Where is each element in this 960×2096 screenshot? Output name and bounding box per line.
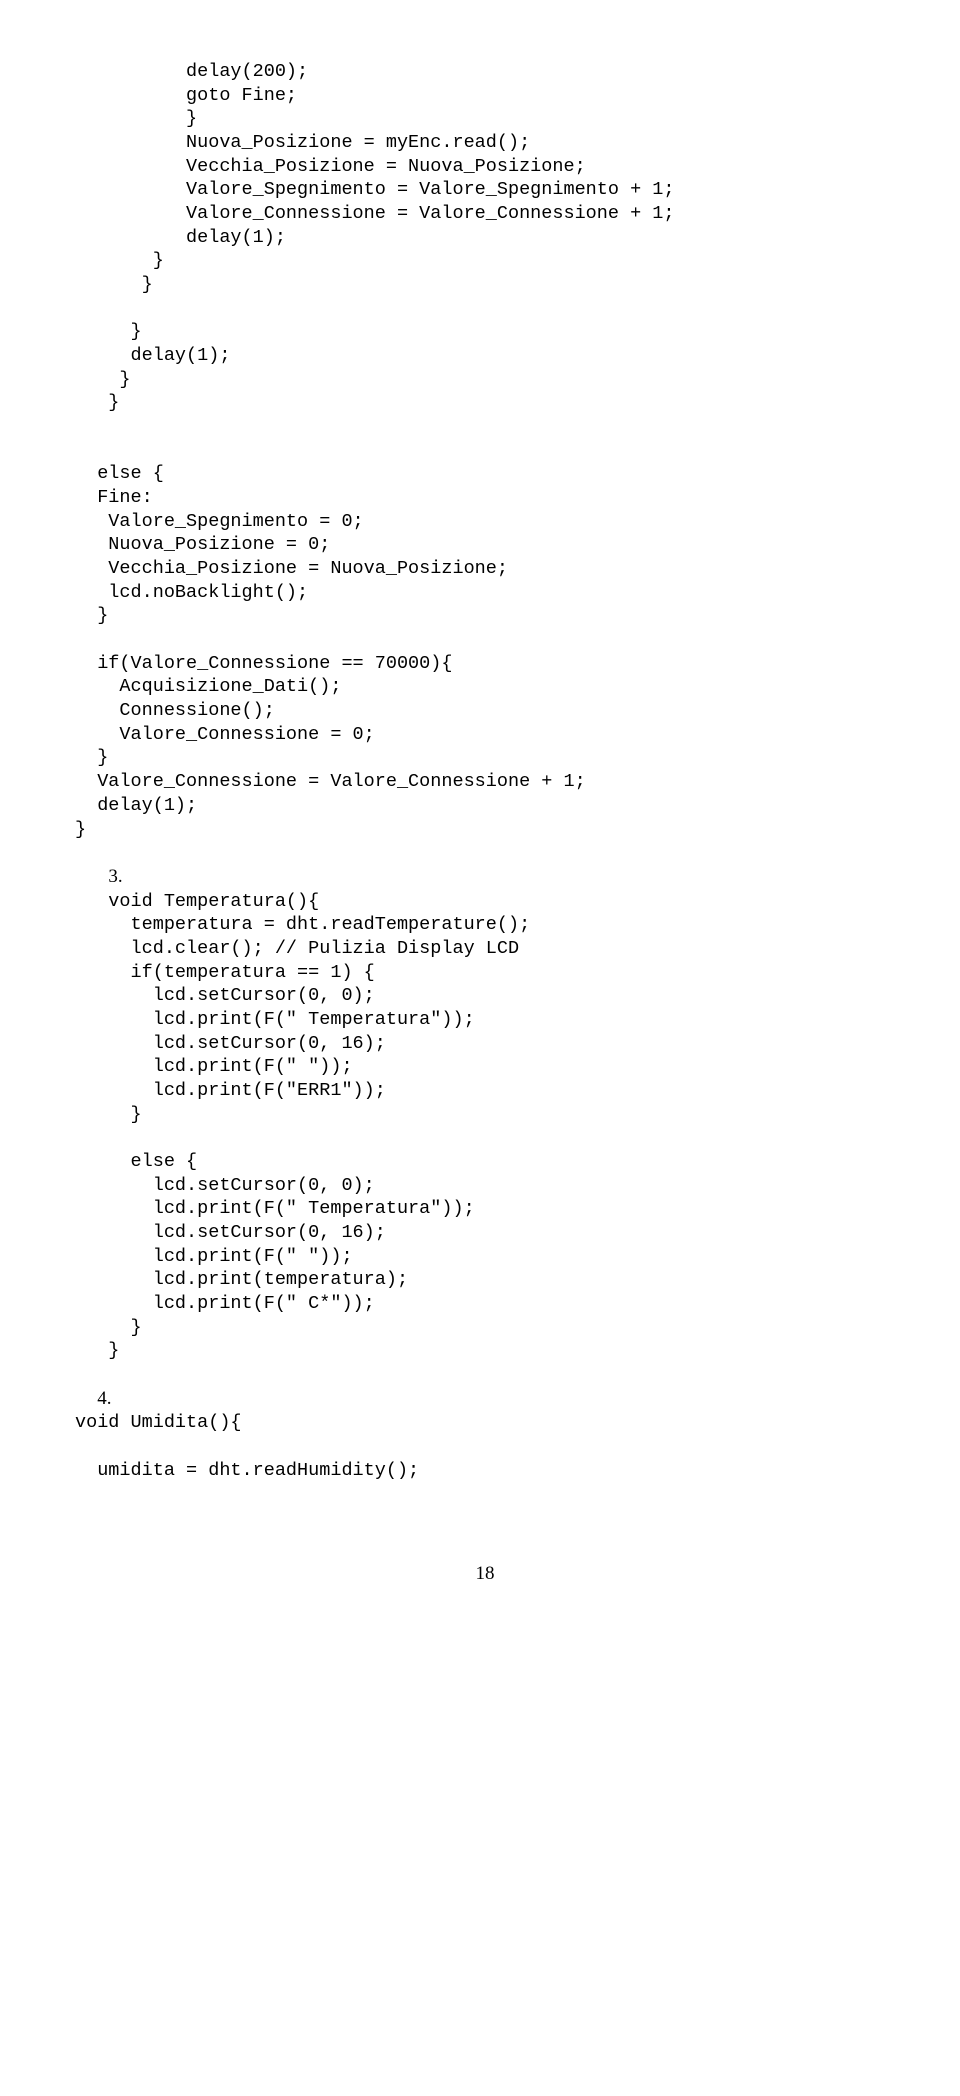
code-blank-3 — [75, 628, 895, 652]
code-blank-2 — [75, 415, 895, 462]
code-block-3: else { Fine: Valore_Spegnimento = 0; Nuo… — [75, 462, 895, 628]
code-block-2: } delay(1); } } — [75, 320, 895, 415]
code-blank-6 — [75, 1363, 895, 1387]
code-block-8: umidita = dht.readHumidity(); — [75, 1459, 895, 1483]
code-block-7: void Umidita(){ — [75, 1411, 895, 1435]
code-block-4: if(Valore_Connessione == 70000){ Acquisi… — [75, 652, 895, 841]
list-item-3: 3. — [75, 865, 895, 890]
code-block-5: void Temperatura(){ temperatura = dht.re… — [75, 890, 895, 1127]
list-item-4: 4. — [75, 1387, 895, 1412]
code-block-6: else { lcd.setCursor(0, 0); lcd.print(F(… — [75, 1150, 895, 1363]
list-number-3: 3. — [108, 866, 122, 887]
code-blank-7 — [75, 1435, 895, 1459]
code-blank-1 — [75, 297, 895, 321]
code-blank-4 — [75, 841, 895, 865]
code-blank-5 — [75, 1126, 895, 1150]
list-number-4: 4. — [97, 1388, 111, 1409]
document-page: delay(200); goto Fine; } Nuova_Posizione… — [0, 0, 960, 1627]
page-number: 18 — [75, 1562, 895, 1586]
code-block-1: delay(200); goto Fine; } Nuova_Posizione… — [75, 60, 895, 297]
